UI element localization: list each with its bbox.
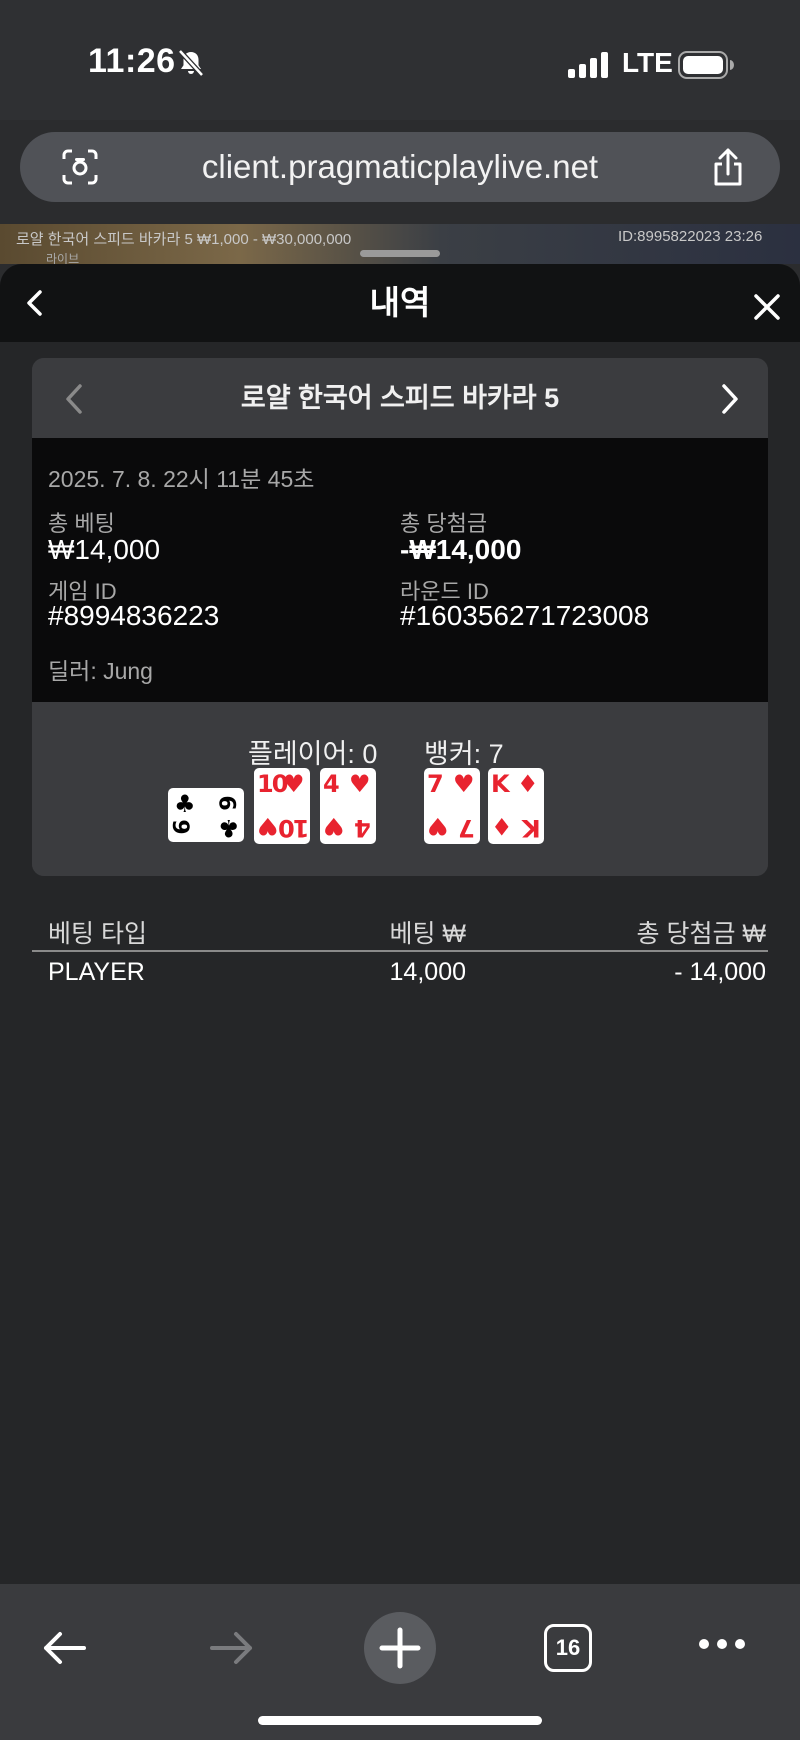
card-rank: 7	[427, 770, 444, 798]
battery-icon	[678, 51, 734, 79]
card-rank: 10	[280, 814, 310, 842]
card-suit: ♥	[257, 812, 279, 840]
header-bet-amount: 베팅 ₩	[389, 920, 466, 948]
total-win-value: -₩14,000	[400, 534, 522, 565]
game-id-value: #8994836223	[48, 600, 220, 631]
round-id-value: #160356271723008	[400, 600, 650, 631]
card-suit: ♣	[174, 790, 196, 818]
player-card-2: 4 ♥ ♥ 4	[320, 768, 376, 844]
card-suit: ♦	[491, 812, 513, 840]
round-details: 2025. 7. 8. 22시 11분 45초 총 베팅 ₩14,000 총 당…	[32, 438, 768, 702]
round-datetime: 2025. 7. 8. 22시 11분 45초	[48, 466, 315, 492]
next-round-icon[interactable]	[716, 382, 744, 416]
banker-card-0: 7 ♥ ♥ 7	[424, 768, 480, 844]
previous-round-icon[interactable]	[60, 382, 88, 416]
home-indicator	[258, 1716, 542, 1725]
table-name: 로얄 한국어 스피드 바카라 5	[240, 383, 560, 413]
address-bar[interactable]: client.pragmaticplaylive.net	[20, 132, 780, 202]
new-tab-button[interactable]	[364, 1612, 436, 1684]
plus-icon	[379, 1627, 421, 1669]
player-card-1: 10 ♥ ♥ 10	[254, 768, 310, 844]
back-arrow-icon[interactable]	[40, 1628, 88, 1668]
share-icon[interactable]	[710, 146, 746, 188]
banker-score: 뱅커: 7	[424, 739, 504, 769]
card-suit: ♥	[283, 770, 305, 798]
card-rank: 7	[460, 814, 475, 842]
status-bar: 11:26 LTE	[0, 0, 800, 120]
player-card-0: ♣ 6 6 ♣	[168, 788, 244, 842]
banker-card-1: K ♦ ♦ K	[488, 768, 544, 844]
header-total-win: 총 당첨금 ₩	[636, 920, 767, 948]
header-bet-type: 베팅 타입	[48, 920, 147, 948]
forward-arrow-icon[interactable]	[208, 1628, 256, 1668]
cards-result: 플레이어: 0 뱅커: 7 ♣ 6 6 ♣ 10 ♥ ♥ 10 4 ♥ ♥ 4 7 ♥ ♥ 7 K ♦ ♦ K	[32, 702, 768, 876]
card-suit: ♥	[427, 812, 449, 840]
card-rank: K	[491, 770, 510, 798]
sheet-header: 내역	[0, 264, 800, 342]
card-suit: ♥	[323, 812, 345, 840]
card-header: 로얄 한국어 스피드 바카라 5	[32, 358, 768, 438]
game-round-card: 로얄 한국어 스피드 바카라 5 2025. 7. 8. 22시 11분 45초…	[32, 358, 768, 876]
strip-sub-label: 라이브	[46, 252, 80, 264]
row-bet-amount: 14,000	[389, 958, 466, 986]
card-suit: ♣	[218, 814, 240, 842]
tabs-count-button[interactable]: 16	[544, 1624, 592, 1672]
more-options-icon[interactable]	[696, 1634, 748, 1654]
sheet-title: 내역	[369, 284, 431, 321]
card-rank: K	[524, 814, 541, 842]
strip-id-info: ID:8995822023 23:26	[618, 228, 763, 245]
card-rank: 6	[213, 795, 239, 811]
card-rank: 6	[170, 819, 196, 835]
cellular-signal-icon	[568, 52, 608, 78]
strip-table-info: 로얄 한국어 스피드 바카라 5 ₩1,000 - ₩30,000,000	[16, 231, 352, 248]
history-sheet: 내역 로얄 한국어 스피드 바카라 5 2025. 7. 8. 22시 11분 …	[0, 264, 800, 1584]
card-suit: ♦	[517, 770, 539, 798]
card-rank: 10	[257, 770, 288, 798]
sheet-drag-handle[interactable]	[360, 250, 440, 257]
network-type: LTE	[622, 47, 673, 78]
card-rank: 4	[356, 814, 371, 842]
url-text[interactable]: client.pragmaticplaylive.net	[20, 132, 780, 202]
background-game-strip: 로얄 한국어 스피드 바카라 5 ₩1,000 - ₩30,000,000 ID…	[0, 224, 800, 264]
status-time: 11:26	[88, 42, 176, 80]
row-total-win: - 14,000	[674, 958, 766, 986]
bell-muted-icon	[178, 49, 204, 77]
table-divider	[32, 950, 768, 952]
card-suit: ♥	[453, 770, 475, 798]
total-bet-value: ₩14,000	[48, 534, 161, 565]
card-rank: 4	[323, 770, 340, 798]
player-score: 플레이어: 0	[248, 739, 378, 769]
browser-toolbar: 16	[0, 1584, 800, 1740]
back-chevron-icon[interactable]	[20, 288, 50, 318]
dealer-name: 딜러: Jung	[48, 658, 153, 684]
card-suit: ♥	[349, 770, 371, 798]
close-icon[interactable]	[752, 292, 782, 322]
row-bet-type: PLAYER	[48, 958, 145, 986]
